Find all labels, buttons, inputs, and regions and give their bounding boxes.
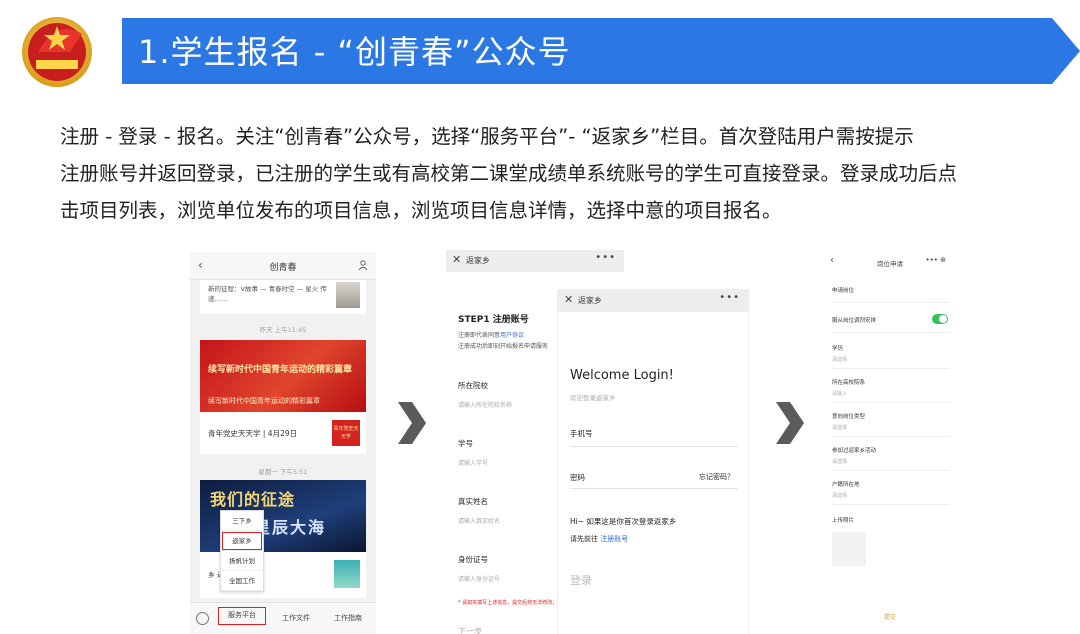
instructions-text: 注册 - 登录 - 报名。关注“创青春”公众号，选择“服务平台”- “返家乡”栏… — [60, 118, 1060, 229]
school-label: 所在院校 — [458, 381, 488, 390]
submit-button[interactable]: 提交 — [822, 612, 958, 621]
article-caption: 青年党史天天学 | 4月29日 — [208, 429, 298, 438]
hukou-select[interactable]: 请选择 — [832, 492, 847, 499]
user-icon[interactable] — [358, 260, 368, 270]
divider — [832, 436, 950, 437]
login-screen: ✕ 返家乡 ••• Welcome Login! 欢迎登录返家乡 手机号 密码 … — [558, 290, 748, 634]
top-bar: ‹ 岗位申请 ••• ⊕ — [822, 250, 958, 276]
article-badge: 青年党史天天学 — [332, 420, 360, 446]
service-menu-popup: 三下乡 返家乡 扬帆计划 全国工作 — [220, 510, 264, 592]
education-select[interactable]: 请选择 — [832, 356, 847, 363]
article-thumbnail — [336, 282, 360, 308]
divider — [570, 488, 738, 489]
tab-work-guide[interactable]: 工作指南 — [324, 613, 372, 623]
register-prompt: 请先前往 注册账号 — [570, 535, 629, 543]
user-agreement-link[interactable]: 用户协议 — [500, 332, 524, 339]
message-date: 昨天 上午11:45 — [259, 326, 307, 334]
past-activity-select[interactable]: 请选择 — [832, 458, 847, 465]
top-bar: ‹ 创青春 — [190, 252, 376, 280]
real-name-input[interactable]: 请输入真实姓名 — [458, 516, 500, 525]
first-login-hint: Hi~ 如果这是你首次登录返家乡 — [570, 517, 677, 526]
divider — [570, 446, 738, 447]
application-screen: ‹ 岗位申请 ••• ⊕ 申请岗位 服从岗位调剂安排 学历 请选择 所在高校院系… — [822, 250, 958, 634]
banner-subline: 星辰大海 — [254, 518, 327, 537]
form-field-label: 意向岗位类型 — [832, 414, 866, 420]
youth-league-emblem-icon — [22, 17, 92, 87]
real-name-label: 真实姓名 — [458, 497, 488, 506]
login-button[interactable]: 登录 — [570, 572, 592, 588]
next-button[interactable]: 下一步 — [458, 626, 482, 634]
photo-upload[interactable] — [832, 532, 866, 566]
instructions-line: 注册账号并返回登录，已注册的学生或有高校第二课堂成绩单系统账号的学生可直接登录。… — [60, 162, 958, 185]
close-icon[interactable]: ✕ — [452, 253, 461, 266]
student-id-input[interactable]: 请输入学号 — [458, 458, 488, 467]
form-field-label: 服从岗位调剂安排 — [832, 318, 877, 324]
menu-item-yangfan[interactable]: 扬帆计划 — [221, 551, 263, 571]
instructions-line: 注册 - 登录 - 报名。关注“创青春”公众号，选择“服务平台”- “返家乡”栏… — [60, 125, 914, 148]
tab-work-files[interactable]: 工作文件 — [272, 613, 320, 623]
agreement-note: 注册成功后即刻开始报名申请服务 — [458, 343, 549, 350]
article-card[interactable]: 续写新时代中国青年运动的精彩篇章 续写新时代中国青年运动的精彩篇章 青年党史天天… — [200, 340, 366, 454]
form-field-label[interactable]: 申请岗位 — [832, 286, 854, 294]
chevron-right-icon — [398, 402, 426, 444]
top-bar: ✕ 返家乡 ••• — [558, 290, 748, 312]
divider — [832, 302, 950, 303]
account-title: 创青春 — [269, 263, 297, 273]
top-bar: ✕ 返家乡 ••• — [446, 250, 624, 272]
chevron-right-icon — [776, 402, 804, 444]
register-link[interactable]: 注册账号 — [600, 535, 628, 543]
form-field-label: 学历 — [832, 346, 844, 352]
password-field[interactable]: 密码 — [570, 472, 585, 483]
divider — [832, 368, 950, 369]
wechat-account-screen: ‹ 创青春 新的征程：V故事 — 青春时空 — 星火 传递…… 昨天 上午11:… — [190, 252, 376, 634]
welcome-subtitle: 欢迎登录返家乡 — [570, 394, 616, 402]
menu-item-national-work[interactable]: 全国工作 — [221, 571, 263, 591]
banner-subline: 续写新时代中国青年运动的精彩篇章 — [208, 397, 320, 405]
menu-item-fanjiaxiang[interactable]: 返家乡 — [221, 531, 263, 551]
account-menu-bar: 服务平台 工作文件 工作指南 — [190, 602, 376, 634]
forgot-password-link[interactable]: 忘记密码？ — [699, 472, 734, 482]
phone-field[interactable]: 手机号 — [570, 428, 593, 439]
divider — [832, 402, 950, 403]
article-thumbnail — [334, 560, 360, 588]
adjust-toggle[interactable] — [932, 314, 948, 324]
form-field-label: 户籍所在地 — [832, 482, 860, 488]
step-heading: STEP1 注册账号 — [458, 315, 529, 325]
close-icon[interactable]: ✕ — [564, 293, 573, 306]
screen-title: 返家乡 — [466, 256, 490, 265]
banner-headline: 我们的征途 — [210, 490, 296, 509]
more-icon[interactable]: ••• — [719, 292, 740, 303]
form-field-label: 上传照片 — [832, 518, 855, 524]
job-type-select[interactable]: 请选择 — [832, 424, 847, 431]
more-icon[interactable]: ••• — [595, 252, 616, 263]
screen-title: 返家乡 — [578, 296, 602, 305]
school-input[interactable]: 请输入所在院校名称 — [458, 400, 512, 409]
divider — [832, 470, 950, 471]
id-card-label: 身份证号 — [458, 555, 488, 564]
divider — [832, 504, 950, 505]
id-card-input[interactable]: 请输入身份证号 — [458, 574, 500, 583]
article-card[interactable]: 新的征程：V故事 — 青春时空 — 星火 传递…… — [200, 280, 366, 314]
divider — [832, 332, 950, 333]
keyboard-icon[interactable] — [196, 612, 209, 625]
tab-service-platform[interactable]: 服务平台 — [218, 607, 266, 625]
article-banner-image: 续写新时代中国青年运动的精彩篇章 续写新时代中国青年运动的精彩篇章 — [200, 340, 366, 412]
department-input[interactable]: 请输入 — [832, 390, 847, 397]
page-title: 1.学生报名 - “创青春”公众号 — [138, 33, 571, 71]
welcome-heading: Welcome Login! — [570, 368, 674, 383]
form-field-label: 所在高校院系 — [832, 380, 866, 386]
agreement-text: 注册即代表同意用户协议 — [458, 332, 525, 339]
form-field-label: 参加过返家乡活动 — [832, 448, 877, 454]
message-date: 星期一 下午5:51 — [258, 468, 308, 476]
menu-item-sanxiaxiang[interactable]: 三下乡 — [221, 511, 263, 531]
article-snippet: 新的征程：V故事 — 青春时空 — 星火 传递…… — [208, 285, 327, 303]
instructions-line: 击项目列表，浏览单位发布的项目信息，浏览项目信息详情，选择中意的项目报名。 — [60, 199, 782, 222]
more-icon[interactable]: ••• ⊕ — [926, 256, 946, 264]
banner-headline: 续写新时代中国青年运动的精彩篇章 — [208, 365, 353, 375]
student-id-label: 学号 — [458, 439, 473, 448]
